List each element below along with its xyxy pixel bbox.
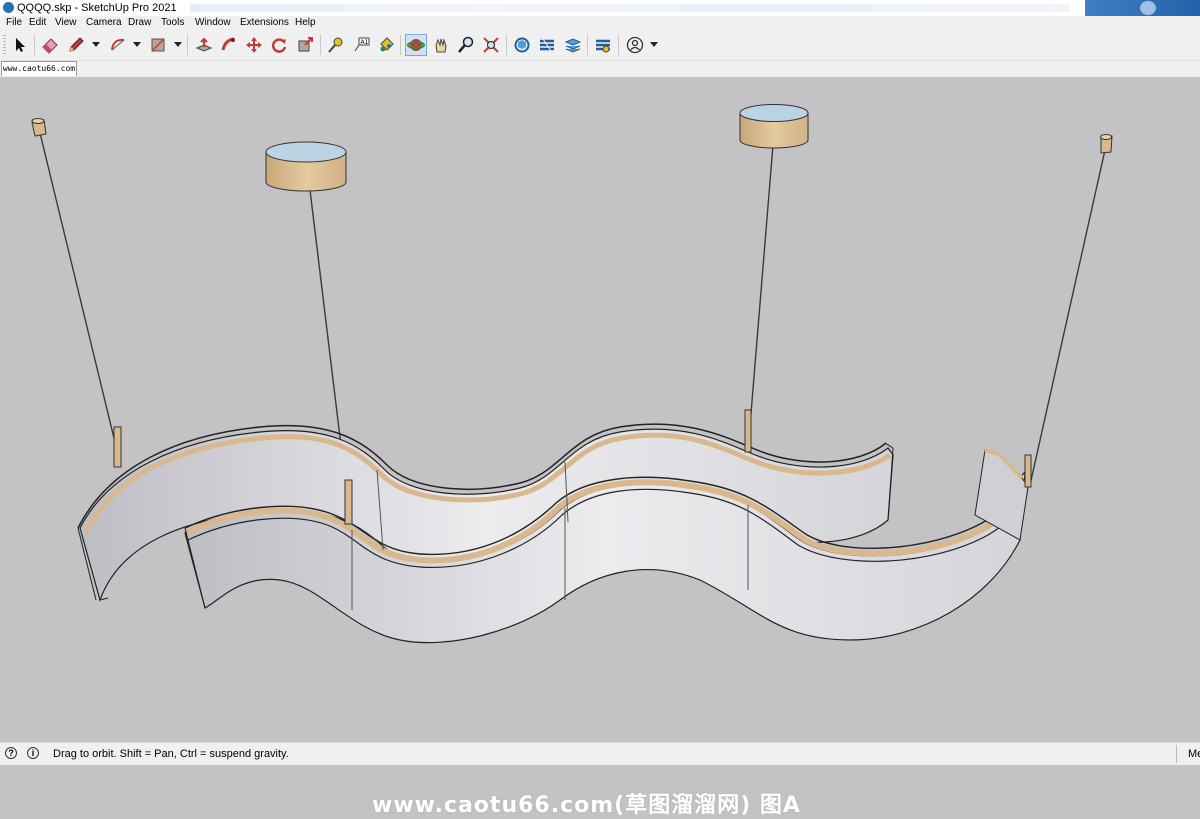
- geo-location-icon[interactable]: ?: [5, 747, 17, 759]
- measurements-label: Me: [1188, 748, 1200, 760]
- status-bar: ? i Drag to orbit. Shift = Pan, Ctrl = s…: [0, 742, 1200, 765]
- status-message: Drag to orbit. Shift = Pan, Ctrl = suspe…: [53, 748, 289, 760]
- drawing-viewport[interactable]: www.caotu66.com(草图溜溜网) 图A: [0, 77, 1200, 818]
- ceiling-canopy-right: [739, 104, 809, 149]
- watermark-text: www.caotu66.com(草图溜溜网) 图A: [372, 793, 801, 818]
- ceiling-caps: [31, 118, 1113, 154]
- ceiling-canopy-left: [265, 141, 347, 192]
- info-icon[interactable]: i: [27, 747, 39, 759]
- model-scene: [31, 104, 1113, 644]
